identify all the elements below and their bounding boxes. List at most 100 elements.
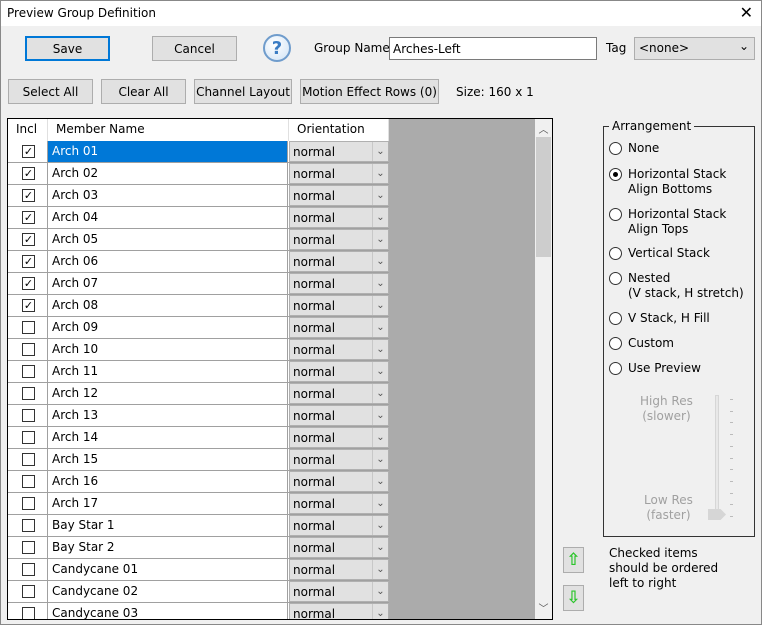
member-name[interactable]: Arch 07 — [48, 273, 288, 294]
table-row[interactable]: Arch 17 normal ⌄ — [8, 493, 389, 515]
include-checkbox[interactable]: ✓ — [22, 145, 35, 158]
table-row[interactable]: ✓ Arch 04 normal ⌄ — [8, 207, 389, 229]
arrangement-option[interactable]: Horizontal Stack Align Tops — [609, 207, 726, 237]
close-icon[interactable]: ✕ — [740, 3, 753, 22]
table-row[interactable]: Arch 15 normal ⌄ — [8, 449, 389, 471]
table-row[interactable]: Candycane 03 normal ⌄ — [8, 603, 389, 619]
table-row[interactable]: ✓ Arch 06 normal ⌄ — [8, 251, 389, 273]
radio-button[interactable] — [609, 208, 622, 221]
include-checkbox[interactable]: ✓ — [22, 233, 35, 246]
move-up-button[interactable]: ⇧ — [563, 547, 584, 573]
orientation-select[interactable]: normal ⌄ — [289, 603, 389, 619]
radio-button[interactable] — [609, 142, 622, 155]
scroll-up-icon[interactable]: ︿ — [535, 121, 552, 136]
orientation-select[interactable]: normal ⌄ — [289, 361, 389, 382]
orientation-select[interactable]: normal ⌄ — [289, 471, 389, 492]
include-checkbox[interactable] — [22, 321, 35, 334]
table-row[interactable]: Arch 11 normal ⌄ — [8, 361, 389, 383]
member-name[interactable]: Candycane 01 — [48, 559, 288, 580]
radio-button[interactable] — [609, 168, 622, 181]
arrangement-option[interactable]: V Stack, H Fill — [609, 311, 710, 326]
member-name[interactable]: Arch 15 — [48, 449, 288, 470]
orientation-select[interactable]: normal ⌄ — [289, 317, 389, 338]
member-name[interactable]: Arch 12 — [48, 383, 288, 404]
table-row[interactable]: Arch 16 normal ⌄ — [8, 471, 389, 493]
include-checkbox[interactable] — [22, 475, 35, 488]
include-checkbox[interactable]: ✓ — [22, 211, 35, 224]
header-member-name[interactable]: Member Name — [48, 119, 289, 141]
include-checkbox[interactable] — [22, 431, 35, 444]
radio-button[interactable] — [609, 247, 622, 260]
orientation-select[interactable]: normal ⌄ — [289, 185, 389, 206]
scrollbar-thumb[interactable] — [536, 137, 551, 257]
table-row[interactable]: ✓ Arch 05 normal ⌄ — [8, 229, 389, 251]
orientation-select[interactable]: normal ⌄ — [289, 207, 389, 228]
member-name[interactable]: Arch 06 — [48, 251, 288, 272]
table-row[interactable]: Bay Star 1 normal ⌄ — [8, 515, 389, 537]
orientation-select[interactable]: normal ⌄ — [289, 339, 389, 360]
include-checkbox[interactable]: ✓ — [22, 277, 35, 290]
orientation-select[interactable]: normal ⌄ — [289, 383, 389, 404]
arrangement-option[interactable]: Horizontal Stack Align Bottoms — [609, 167, 726, 197]
table-row[interactable]: Arch 12 normal ⌄ — [8, 383, 389, 405]
orientation-select[interactable]: normal ⌄ — [289, 163, 389, 184]
orientation-select[interactable]: normal ⌄ — [289, 251, 389, 272]
include-checkbox[interactable] — [22, 497, 35, 510]
include-checkbox[interactable] — [22, 409, 35, 422]
help-icon[interactable]: ? — [263, 34, 291, 62]
include-checkbox[interactable]: ✓ — [22, 255, 35, 268]
member-name[interactable]: Arch 11 — [48, 361, 288, 382]
table-row[interactable]: Candycane 02 normal ⌄ — [8, 581, 389, 603]
member-name[interactable]: Arch 10 — [48, 339, 288, 360]
table-row[interactable]: ✓ Arch 03 normal ⌄ — [8, 185, 389, 207]
table-row[interactable]: Bay Star 2 normal ⌄ — [8, 537, 389, 559]
clear-all-button[interactable]: Clear All — [101, 79, 186, 104]
include-checkbox[interactable]: ✓ — [22, 167, 35, 180]
orientation-select[interactable]: normal ⌄ — [289, 449, 389, 470]
orientation-select[interactable]: normal ⌄ — [289, 273, 389, 294]
member-name[interactable]: Arch 14 — [48, 427, 288, 448]
table-row[interactable]: Arch 10 normal ⌄ — [8, 339, 389, 361]
cancel-button[interactable]: Cancel — [152, 36, 237, 61]
member-name[interactable]: Bay Star 1 — [48, 515, 288, 536]
member-name[interactable]: Arch 13 — [48, 405, 288, 426]
member-name[interactable]: Candycane 02 — [48, 581, 288, 602]
include-checkbox[interactable] — [22, 343, 35, 356]
member-name[interactable]: Arch 05 — [48, 229, 288, 250]
scroll-down-icon[interactable]: ﹀ — [535, 600, 552, 615]
orientation-select[interactable]: normal ⌄ — [289, 229, 389, 250]
table-row[interactable]: Candycane 01 normal ⌄ — [8, 559, 389, 581]
select-all-button[interactable]: Select All — [8, 79, 93, 104]
table-row[interactable]: ✓ Arch 07 normal ⌄ — [8, 273, 389, 295]
group-name-input[interactable] — [389, 37, 597, 60]
include-checkbox[interactable] — [22, 563, 35, 576]
table-row[interactable]: ✓ Arch 08 normal ⌄ — [8, 295, 389, 317]
arrangement-option[interactable]: None — [609, 141, 659, 156]
channel-layout-button[interactable]: Channel Layout — [194, 79, 292, 104]
include-checkbox[interactable] — [22, 365, 35, 378]
radio-button[interactable] — [609, 312, 622, 325]
member-name[interactable]: Arch 09 — [48, 317, 288, 338]
member-name[interactable]: Bay Star 2 — [48, 537, 288, 558]
include-checkbox[interactable]: ✓ — [22, 189, 35, 202]
member-name[interactable]: Arch 02 — [48, 163, 288, 184]
include-checkbox[interactable] — [22, 607, 35, 619]
resolution-slider-track[interactable] — [715, 395, 719, 517]
include-checkbox[interactable]: ✓ — [22, 299, 35, 312]
header-orientation[interactable]: Orientation — [289, 119, 389, 141]
orientation-select[interactable]: normal ⌄ — [289, 515, 389, 536]
include-checkbox[interactable] — [22, 387, 35, 400]
arrangement-option[interactable]: Nested (V stack, H stretch) — [609, 271, 744, 301]
include-checkbox[interactable] — [22, 519, 35, 532]
table-row[interactable]: Arch 14 normal ⌄ — [8, 427, 389, 449]
member-name[interactable]: Arch 16 — [48, 471, 288, 492]
include-checkbox[interactable] — [22, 585, 35, 598]
header-incl[interactable]: Incl — [8, 119, 48, 141]
orientation-select[interactable]: normal ⌄ — [289, 537, 389, 558]
member-name[interactable]: Arch 03 — [48, 185, 288, 206]
member-name[interactable]: Arch 17 — [48, 493, 288, 514]
orientation-select[interactable]: normal ⌄ — [289, 427, 389, 448]
include-checkbox[interactable] — [22, 453, 35, 466]
include-checkbox[interactable] — [22, 541, 35, 554]
table-row[interactable]: ✓ Arch 01 normal ⌄ — [8, 141, 389, 163]
